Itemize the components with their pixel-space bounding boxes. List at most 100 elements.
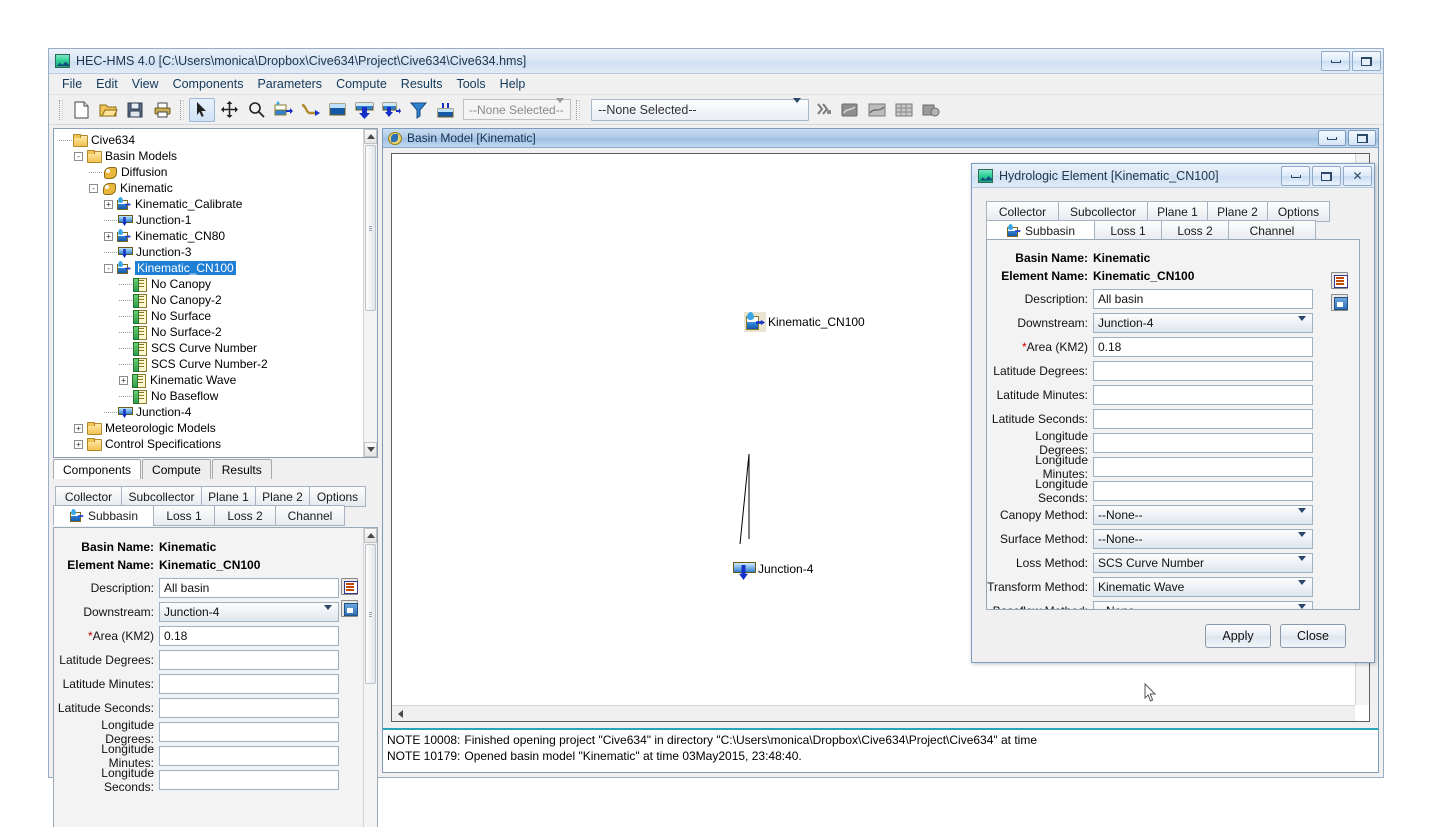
dialog-field-area-km2[interactable]: 0.18: [1093, 336, 1313, 357]
editor-field-longitude-degrees[interactable]: [159, 721, 339, 742]
menu-item-results[interactable]: Results: [394, 75, 450, 93]
editor-field-downstream[interactable]: Junction-4: [159, 601, 339, 624]
restore-button[interactable]: [1352, 51, 1381, 71]
time-series-table-icon[interactable]: [891, 98, 917, 122]
dialog-field-downstream[interactable]: Junction-4: [1093, 312, 1313, 335]
tree-node[interactable]: Diffusion: [56, 164, 363, 180]
editor-field-description[interactable]: All basin: [159, 577, 339, 598]
editor-field-longitude-minutes[interactable]: [159, 745, 339, 766]
editor-tab-loss-1[interactable]: Loss 1: [153, 505, 215, 526]
menu-item-tools[interactable]: Tools: [449, 75, 492, 93]
editor-tab-collector[interactable]: Collector: [55, 486, 122, 507]
tree-tab-components[interactable]: Components: [53, 459, 142, 479]
expand-toggle-icon[interactable]: +: [74, 439, 83, 449]
editor-field-latitude-seconds[interactable]: [159, 697, 339, 718]
dialog-tab-subbasin[interactable]: Subbasin: [986, 220, 1095, 241]
project-tree[interactable]: Cive634- Basin Models Diffusion - Kinematic +…: [54, 129, 363, 457]
dialog-field-latitude-minutes[interactable]: [1093, 384, 1313, 405]
dialog-tab-options[interactable]: Options: [1267, 201, 1330, 222]
editor-tab-loss-2[interactable]: Loss 2: [214, 505, 276, 526]
basin-horizontal-scrollbar[interactable]: [392, 705, 1355, 721]
summary-table-icon[interactable]: [864, 98, 890, 122]
editor-tab-options[interactable]: Options: [309, 486, 366, 507]
apply-button[interactable]: Apply: [1205, 624, 1271, 648]
tree-node[interactable]: No Surface-2: [56, 324, 363, 340]
editor-tab-subcollector[interactable]: Subcollector: [121, 486, 202, 507]
dialog-field-canopy-method[interactable]: --None--: [1093, 504, 1313, 527]
tree-node[interactable]: No Surface: [56, 308, 363, 324]
scroll-thumb[interactable]: [365, 544, 376, 684]
menu-item-edit[interactable]: Edit: [89, 75, 125, 93]
editor-tab-plane-1[interactable]: Plane 1: [201, 486, 256, 507]
tree-node[interactable]: Junction-1: [56, 212, 363, 228]
collapse-toggle-icon[interactable]: -: [89, 183, 98, 193]
dialog-field-longitude-minutes[interactable]: [1093, 456, 1313, 477]
editor-tab-channel[interactable]: Channel: [275, 505, 345, 526]
save-project-icon[interactable]: [122, 98, 148, 122]
diversion-tool-icon[interactable]: [378, 98, 404, 122]
zoom-tool-icon[interactable]: [243, 98, 269, 122]
tree-tab-results[interactable]: Results: [211, 459, 272, 479]
menu-item-parameters[interactable]: Parameters: [250, 75, 329, 93]
editor-field-latitude-minutes[interactable]: [159, 673, 339, 694]
dialog-field-latitude-degrees[interactable]: [1093, 360, 1313, 381]
tree-node[interactable]: No Canopy-2: [56, 292, 363, 308]
global-summary-icon[interactable]: [918, 98, 944, 122]
menu-item-compute[interactable]: Compute: [329, 75, 394, 93]
element-editor-scrollbar[interactable]: [363, 528, 377, 827]
subbasin-tool-icon[interactable]: [270, 98, 296, 122]
tree-node[interactable]: - Kinematic_CN100: [56, 260, 363, 276]
tree-tab-compute[interactable]: Compute: [142, 459, 211, 479]
dialog-field-description[interactable]: All basin: [1093, 288, 1313, 309]
tree-vertical-scrollbar[interactable]: [363, 129, 377, 457]
dialog-tab-loss-2[interactable]: Loss 2: [1161, 220, 1229, 241]
expand-toggle-icon[interactable]: +: [119, 375, 128, 385]
tree-node[interactable]: No Canopy: [56, 276, 363, 292]
close-button[interactable]: ✕: [1343, 166, 1372, 186]
minimize-button[interactable]: [1318, 130, 1346, 146]
editor-field-latitude-degrees[interactable]: [159, 649, 339, 670]
editor-field-longitude-seconds[interactable]: [159, 769, 339, 790]
menu-item-view[interactable]: View: [125, 75, 166, 93]
basin-node-junction[interactable]: Junction-4: [732, 559, 813, 581]
tree-node[interactable]: SCS Curve Number-2: [56, 356, 363, 372]
tree-node[interactable]: No Baseflow: [56, 388, 363, 404]
editor-field-area-km2[interactable]: 0.18: [159, 625, 339, 646]
dialog-field-transform-method[interactable]: Kinematic Wave: [1093, 576, 1313, 599]
scroll-up-button[interactable]: [364, 129, 377, 144]
dialog-field-longitude-seconds[interactable]: [1093, 480, 1313, 501]
junction-tool-icon[interactable]: [351, 98, 377, 122]
pan-tool-icon[interactable]: [216, 98, 242, 122]
tree-node[interactable]: + Kinematic_Calibrate: [56, 196, 363, 212]
description-editor-button[interactable]: [341, 578, 358, 595]
graph-icon[interactable]: [837, 98, 863, 122]
tree-node[interactable]: + Kinematic_CN80: [56, 228, 363, 244]
tree-node[interactable]: SCS Curve Number: [56, 340, 363, 356]
new-project-icon[interactable]: [68, 98, 94, 122]
dialog-field-latitude-seconds[interactable]: [1093, 408, 1313, 429]
dialog-tab-channel[interactable]: Channel: [1228, 220, 1316, 241]
editor-tab-plane-2[interactable]: Plane 2: [255, 486, 310, 507]
reach-tool-icon[interactable]: [297, 98, 323, 122]
restore-button[interactable]: [1348, 130, 1376, 146]
dialog-tab-subcollector[interactable]: Subcollector: [1058, 201, 1148, 222]
message-log[interactable]: NOTE 10008: Finished opening project "Civ…: [383, 728, 1378, 772]
compute-all-icon[interactable]: [810, 98, 836, 122]
editor-tab-subbasin[interactable]: Subbasin: [53, 505, 154, 526]
minimize-button[interactable]: [1321, 51, 1350, 71]
expand-toggle-icon[interactable]: +: [104, 199, 113, 209]
tree-node[interactable]: + Control Specifications: [56, 436, 363, 452]
reservoir-tool-icon[interactable]: [324, 98, 350, 122]
simulation-run-selector[interactable]: --None Selected--: [591, 97, 809, 121]
menu-item-help[interactable]: Help: [493, 75, 533, 93]
dialog-tab-loss-1[interactable]: Loss 1: [1094, 220, 1162, 241]
menu-item-components[interactable]: Components: [166, 75, 251, 93]
tree-node[interactable]: - Basin Models: [56, 148, 363, 164]
scroll-thumb[interactable]: [365, 145, 376, 311]
scroll-up-button[interactable]: [364, 528, 377, 543]
dialog-tab-collector[interactable]: Collector: [986, 201, 1059, 222]
tree-node[interactable]: + Meteorologic Models: [56, 420, 363, 436]
arrow-select-tool-icon[interactable]: [189, 97, 215, 122]
collapse-toggle-icon[interactable]: -: [104, 263, 113, 273]
restore-button[interactable]: [1312, 166, 1341, 186]
